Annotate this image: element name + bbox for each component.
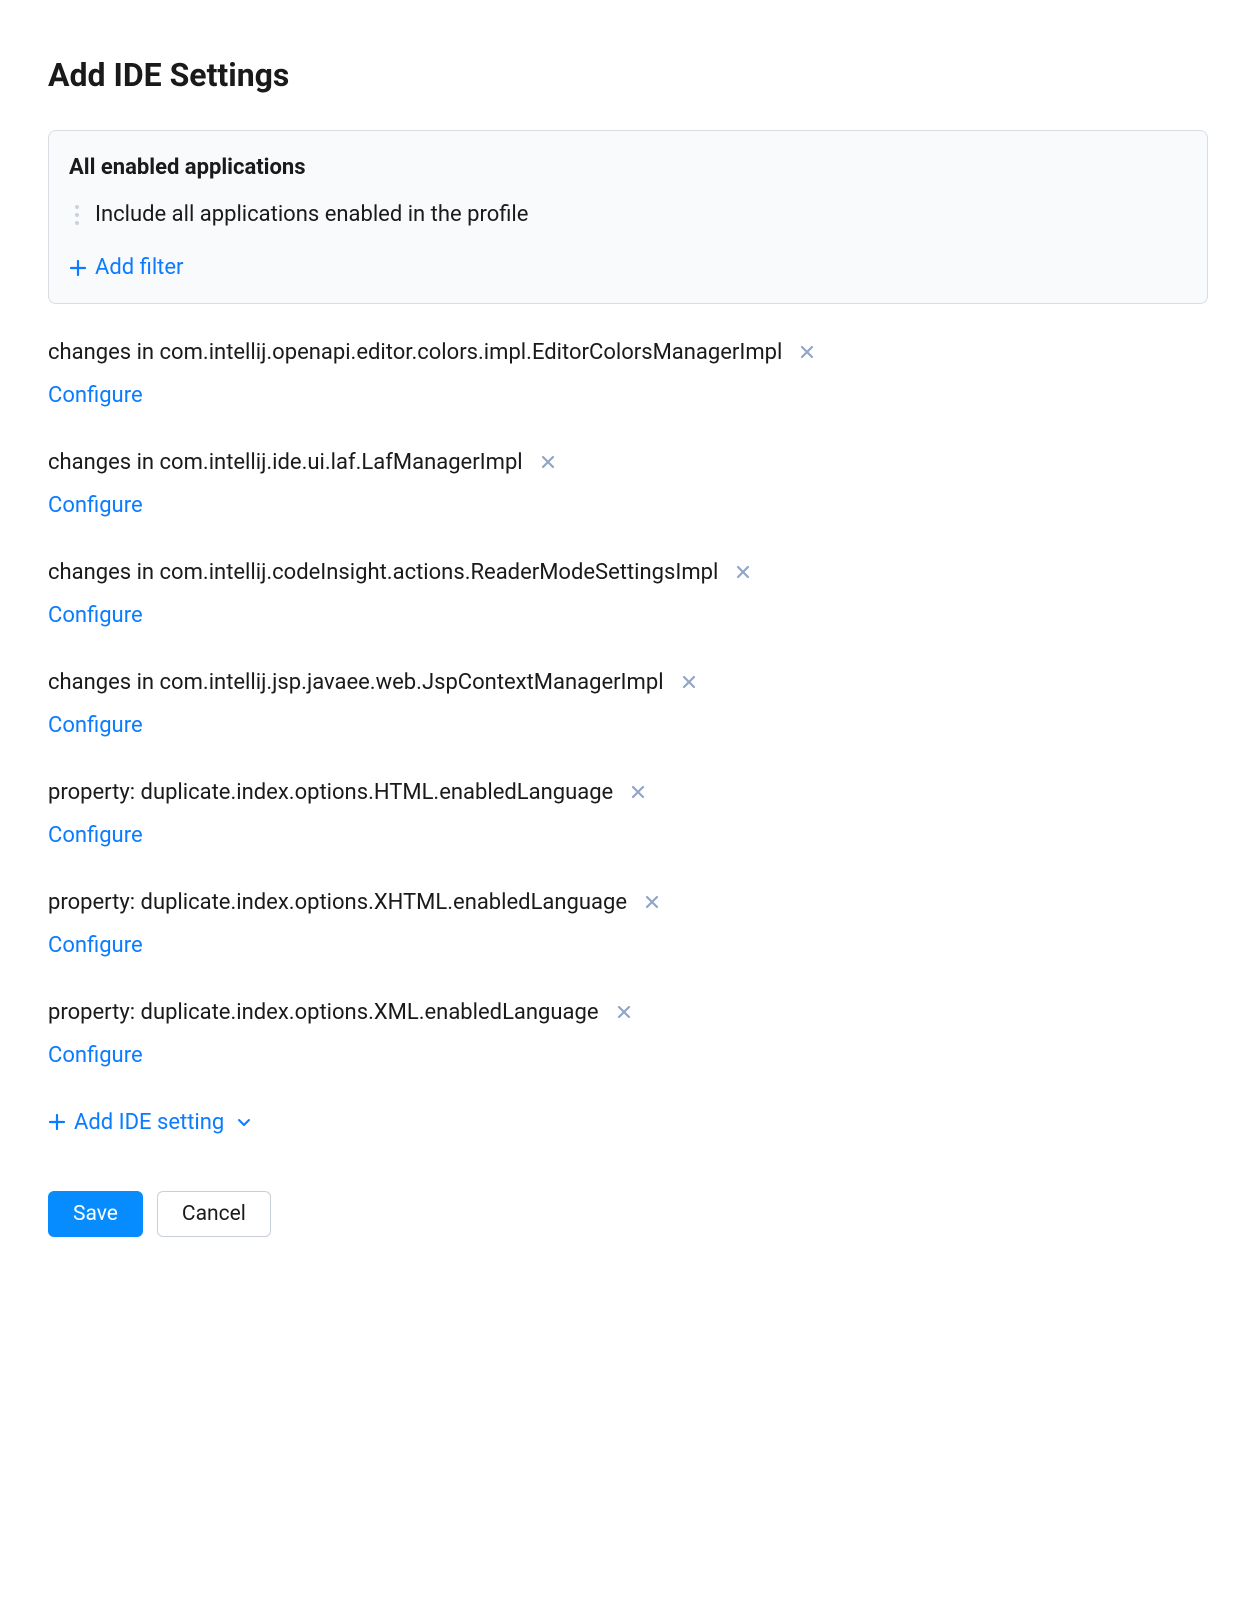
setting-label-row: changes in com.intellij.openapi.editor.c… (48, 340, 1208, 365)
setting-label-row: changes in com.intellij.jsp.javaee.web.J… (48, 670, 1208, 695)
close-icon[interactable] (798, 343, 816, 361)
plus-icon (48, 1113, 66, 1131)
close-icon[interactable] (629, 783, 647, 801)
configure-link[interactable]: Configure (48, 1043, 143, 1068)
close-icon[interactable] (680, 673, 698, 691)
configure-link[interactable]: Configure (48, 493, 143, 518)
setting-label-row: changes in com.intellij.ide.ui.laf.LafMa… (48, 450, 1208, 475)
setting-label: changes in com.intellij.openapi.editor.c… (48, 340, 782, 365)
setting-label: property: duplicate.index.options.XML.en… (48, 1000, 599, 1025)
configure-link[interactable]: Configure (48, 933, 143, 958)
plus-icon (69, 259, 87, 277)
button-row: Save Cancel (48, 1191, 1208, 1237)
applications-panel: All enabled applications Include all app… (48, 130, 1208, 304)
setting-item: property: duplicate.index.options.XML.en… (48, 1000, 1208, 1068)
applications-row: Include all applications enabled in the … (69, 202, 1187, 227)
setting-label-row: changes in com.intellij.codeInsight.acti… (48, 560, 1208, 585)
configure-link[interactable]: Configure (48, 713, 143, 738)
close-icon[interactable] (615, 1003, 633, 1021)
setting-item: changes in com.intellij.jsp.javaee.web.J… (48, 670, 1208, 738)
setting-label-row: property: duplicate.index.options.XML.en… (48, 1000, 1208, 1025)
setting-label: changes in com.intellij.jsp.javaee.web.J… (48, 670, 664, 695)
add-ide-setting-label: Add IDE setting (74, 1110, 224, 1135)
add-filter-label: Add filter (95, 255, 183, 280)
close-icon[interactable] (539, 453, 557, 471)
configure-link[interactable]: Configure (48, 823, 143, 848)
setting-item: property: duplicate.index.options.HTML.e… (48, 780, 1208, 848)
setting-item: changes in com.intellij.codeInsight.acti… (48, 560, 1208, 628)
applications-panel-title: All enabled applications (69, 155, 1187, 180)
drag-handle-icon[interactable] (73, 205, 81, 225)
setting-label: changes in com.intellij.codeInsight.acti… (48, 560, 718, 585)
save-button[interactable]: Save (48, 1191, 143, 1237)
setting-label-row: property: duplicate.index.options.HTML.e… (48, 780, 1208, 805)
setting-label: property: duplicate.index.options.HTML.e… (48, 780, 613, 805)
close-icon[interactable] (734, 563, 752, 581)
add-ide-setting-button[interactable]: Add IDE setting (48, 1110, 252, 1135)
settings-list: changes in com.intellij.openapi.editor.c… (48, 340, 1208, 1068)
setting-label: property: duplicate.index.options.XHTML.… (48, 890, 627, 915)
setting-label: changes in com.intellij.ide.ui.laf.LafMa… (48, 450, 523, 475)
chevron-down-icon (236, 1114, 252, 1130)
applications-description: Include all applications enabled in the … (95, 202, 528, 227)
add-filter-button[interactable]: Add filter (69, 255, 183, 280)
setting-item: changes in com.intellij.openapi.editor.c… (48, 340, 1208, 408)
page-title: Add IDE Settings (48, 56, 1208, 94)
configure-link[interactable]: Configure (48, 603, 143, 628)
setting-item: property: duplicate.index.options.XHTML.… (48, 890, 1208, 958)
configure-link[interactable]: Configure (48, 383, 143, 408)
setting-item: changes in com.intellij.ide.ui.laf.LafMa… (48, 450, 1208, 518)
setting-label-row: property: duplicate.index.options.XHTML.… (48, 890, 1208, 915)
close-icon[interactable] (643, 893, 661, 911)
cancel-button[interactable]: Cancel (157, 1191, 271, 1237)
